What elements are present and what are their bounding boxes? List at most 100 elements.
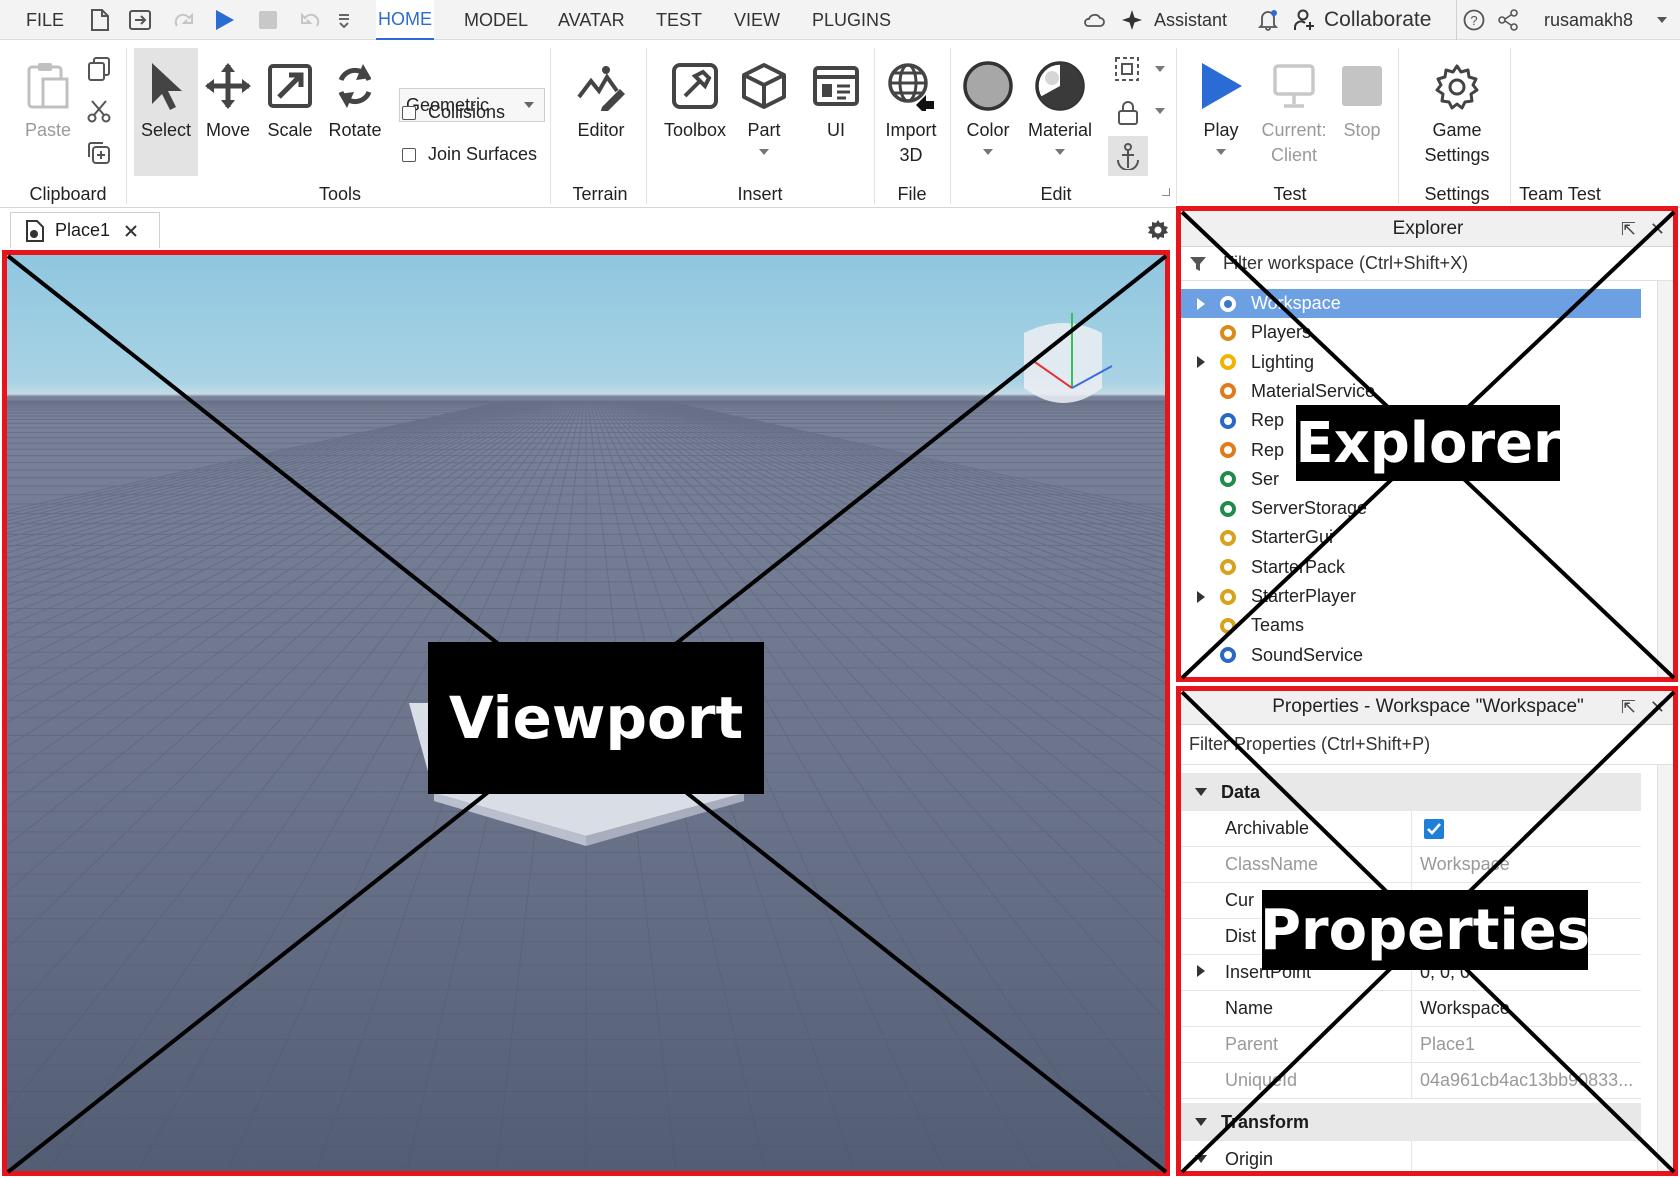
help-icon[interactable]: ?: [1460, 6, 1488, 34]
group-select-icon[interactable]: [1114, 56, 1140, 82]
stop-button[interactable]: Stop: [1334, 58, 1390, 143]
play-button[interactable]: Play: [1188, 58, 1254, 155]
property-row-origin[interactable]: Origin: [1181, 1141, 1641, 1173]
stop-icon[interactable]: [254, 6, 282, 34]
checkbox-checked-icon[interactable]: [1424, 818, 1444, 839]
rotate-button[interactable]: Rotate: [324, 58, 386, 143]
property-value[interactable]: Workspace: [1411, 991, 1641, 1026]
scrollbar[interactable]: [1657, 281, 1675, 681]
copy-icon[interactable]: [86, 56, 112, 82]
expand-icon[interactable]: [1162, 188, 1170, 196]
expand-arrow-icon[interactable]: [1187, 356, 1215, 369]
tab-home[interactable]: HOME: [376, 0, 434, 40]
view-cube-icon[interactable]: [1024, 313, 1113, 403]
add-user-icon[interactable]: [1290, 6, 1318, 34]
category-transform[interactable]: Transform: [1181, 1103, 1641, 1141]
undock-icon[interactable]: ⇱: [1621, 219, 1636, 240]
current-client-button[interactable]: Current: Client: [1254, 58, 1334, 168]
paste-button[interactable]: Paste: [18, 58, 78, 143]
close-icon[interactable]: ✕: [1650, 697, 1665, 718]
tree-item-starterplayer[interactable]: StarterPlayer: [1181, 582, 1641, 611]
assistant-button[interactable]: Assistant: [1154, 0, 1227, 40]
expand-arrow-icon[interactable]: [1187, 297, 1215, 310]
properties-filter-input[interactable]: Filter Properties (Ctrl+Shift+P): [1181, 725, 1675, 765]
duplicate-icon[interactable]: [86, 140, 112, 166]
play-icon[interactable]: [210, 6, 238, 34]
cut-icon[interactable]: [86, 98, 112, 124]
chevron-down-icon[interactable]: [1155, 108, 1165, 114]
tab-place1[interactable]: Place1: [10, 212, 160, 248]
property-value: [1411, 1141, 1641, 1173]
tree-item-label: Workspace: [1251, 293, 1341, 313]
ui-button[interactable]: UI: [808, 58, 864, 143]
tree-item-serverstorage[interactable]: ServerStorage: [1181, 494, 1641, 523]
cloud-icon[interactable]: [1080, 6, 1108, 34]
property-row-uniqueid[interactable]: UniqueId 04a961cb4ac13bb90833...: [1181, 1063, 1641, 1099]
lock-icon[interactable]: [1116, 100, 1140, 126]
close-icon[interactable]: [124, 224, 138, 238]
tree-item-startergui[interactable]: StarterGui: [1181, 523, 1641, 552]
file-menu[interactable]: FILE: [26, 0, 64, 40]
tree-item-label: Lighting: [1251, 351, 1315, 372]
bell-icon[interactable]: [1254, 6, 1282, 34]
tree-item-lighting[interactable]: Lighting: [1181, 348, 1641, 377]
toolbox-button[interactable]: Toolbox: [660, 58, 730, 143]
property-row-classname[interactable]: ClassName Workspace: [1181, 847, 1641, 883]
property-value[interactable]: [1411, 811, 1641, 846]
toolbox-label: Toolbox: [663, 120, 727, 140]
close-icon[interactable]: ✕: [1650, 219, 1665, 240]
undo-icon[interactable]: [296, 6, 324, 34]
material-button[interactable]: Material: [1024, 58, 1096, 155]
tab-model[interactable]: MODEL: [462, 0, 530, 40]
select-button[interactable]: Select: [134, 58, 198, 143]
tree-item-players[interactable]: Players: [1181, 318, 1641, 347]
sparkle-icon[interactable]: [1118, 6, 1146, 34]
divider: [1176, 48, 1177, 204]
property-row-archivable[interactable]: Archivable: [1181, 811, 1641, 847]
gear-icon[interactable]: [1146, 218, 1170, 242]
property-row-parent[interactable]: Parent Place1: [1181, 1027, 1641, 1063]
category-data[interactable]: Data: [1181, 773, 1641, 811]
game-settings-button[interactable]: Game Settings: [1412, 58, 1502, 168]
username-menu[interactable]: rusamakh8: [1544, 0, 1633, 40]
scrollbar[interactable]: [1657, 765, 1675, 1173]
terrain-editor-button[interactable]: Editor: [566, 58, 636, 143]
redo-icon[interactable]: [170, 6, 198, 34]
property-row-name[interactable]: Name Workspace: [1181, 991, 1641, 1027]
tree-item-workspace[interactable]: Workspace: [1181, 289, 1641, 318]
move-button[interactable]: Move: [200, 58, 256, 143]
join-surfaces-checkbox[interactable]: Join Surfaces: [402, 144, 537, 165]
rotate-icon: [327, 58, 383, 114]
tab-avatar[interactable]: AVATAR: [556, 0, 627, 40]
checkbox-box: [402, 105, 416, 120]
open-icon[interactable]: [126, 6, 154, 34]
tree-item-soundservice[interactable]: SoundService: [1181, 641, 1641, 670]
anchor-icon[interactable]: [1108, 136, 1148, 176]
expand-arrow-icon[interactable]: [1187, 590, 1215, 603]
import-label-line1: Import: [885, 120, 937, 140]
chevron-down-icon[interactable]: [1155, 66, 1165, 72]
collaborate-button[interactable]: Collaborate: [1324, 0, 1431, 40]
chevron-down-icon[interactable]: [1657, 17, 1667, 23]
server-storage-icon: [1215, 498, 1241, 520]
explorer-filter-input[interactable]: Filter workspace (Ctrl+Shift+X): [1181, 247, 1675, 281]
tree-item-materialservice[interactable]: MaterialService: [1181, 377, 1641, 406]
undock-icon[interactable]: ⇱: [1621, 697, 1636, 718]
tree-item-starterpack[interactable]: StarterPack: [1181, 553, 1641, 582]
tab-test[interactable]: TEST: [654, 0, 704, 40]
part-button[interactable]: Part: [736, 58, 792, 155]
customize-icon[interactable]: [330, 6, 358, 34]
tree-item-teams[interactable]: Teams: [1181, 611, 1641, 640]
expand-arrow-icon[interactable]: [1197, 965, 1205, 977]
scale-button[interactable]: Scale: [262, 58, 318, 143]
property-name-text: Dist: [1225, 926, 1256, 946]
color-button[interactable]: Color: [960, 58, 1016, 155]
tab-view[interactable]: VIEW: [732, 0, 782, 40]
import-3d-button[interactable]: Import 3D: [878, 58, 944, 168]
replicated-first-icon: [1215, 410, 1241, 432]
collisions-checkbox[interactable]: Collisions: [402, 102, 505, 123]
new-file-icon[interactable]: [86, 6, 114, 34]
checkbox-box: [402, 147, 416, 162]
tab-plugins[interactable]: PLUGINS: [810, 0, 893, 40]
share-icon[interactable]: [1494, 6, 1522, 34]
